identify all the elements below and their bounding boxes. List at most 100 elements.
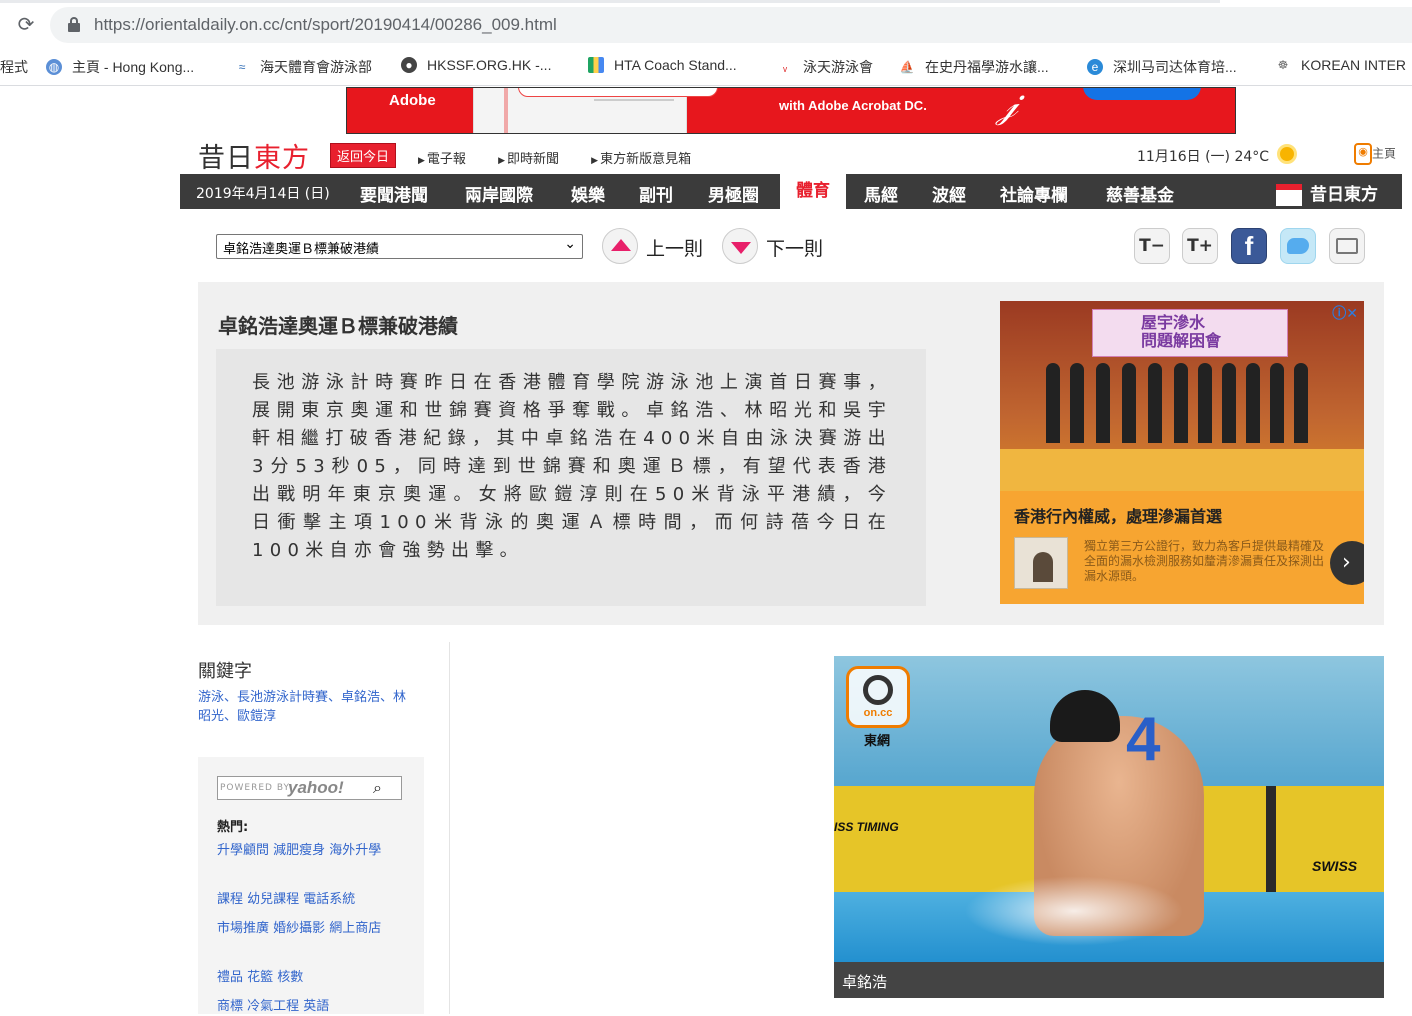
yahoo-search-input[interactable]: POWERED BY yahoo! ⌕ bbox=[217, 776, 402, 800]
oncc-logo-icon: on.cc bbox=[846, 666, 910, 728]
ad-headline: 香港行內權威，處理滲漏首選 bbox=[1014, 507, 1223, 526]
hot-topics-row[interactable]: 商標 冷氣工程 英語 bbox=[217, 997, 407, 1016]
font-smaller-button[interactable]: T− bbox=[1134, 228, 1170, 264]
ad-photo: 屋宇滲水 問題解困會 bbox=[1000, 301, 1364, 491]
powered-by-label: POWERED BY bbox=[220, 783, 291, 793]
printer-icon bbox=[1336, 238, 1358, 254]
search-panel: POWERED BY yahoo! ⌕ 熱門: 升學顧問 減肥瘦身 海外升學 課… bbox=[198, 757, 424, 1014]
nav-item-news[interactable]: 要聞港聞 bbox=[360, 181, 428, 206]
arrow-up-icon bbox=[611, 239, 631, 251]
nav-archive-brand[interactable]: 昔日東方 bbox=[1276, 180, 1378, 206]
ad-document-graphic bbox=[473, 88, 718, 133]
nav-item-racing[interactable]: 馬經 bbox=[864, 181, 898, 206]
hot-topics-row[interactable]: 升學顧問 減肥瘦身 海外升學 bbox=[217, 841, 407, 860]
facebook-share-button[interactable]: f bbox=[1231, 228, 1267, 264]
bookmark-label: 程式 bbox=[0, 59, 28, 75]
bookmark-haitian[interactable]: ≈ 海天體育會游泳部 bbox=[234, 57, 372, 77]
article-headline: 卓銘浩達奧運Ｂ標兼破港績 bbox=[218, 314, 458, 338]
bookmark-shenzhen[interactable]: e 深圳马司达体育培... bbox=[1087, 57, 1237, 77]
home-link[interactable]: ◉ 主頁 bbox=[1354, 143, 1396, 165]
link-feedback[interactable]: 東方新版意見箱 bbox=[591, 152, 691, 167]
home-icon: ◉ bbox=[1354, 143, 1372, 165]
ad-cta-button[interactable] bbox=[1083, 88, 1201, 100]
timing-sign-right: SWISS bbox=[1312, 858, 1358, 874]
side-ad[interactable]: 屋宇滲水 問題解困會 ⓘ✕ 香港行內權威，處理滲漏首選 獨立第三方公證行，致力為… bbox=[1000, 301, 1364, 604]
ad-choices-icon[interactable]: ⓘ✕ bbox=[1332, 303, 1358, 323]
swim-cap bbox=[1050, 690, 1120, 742]
ad-thumbnail bbox=[1014, 537, 1068, 589]
sun-icon bbox=[1277, 144, 1297, 164]
next-article-button[interactable] bbox=[722, 228, 758, 264]
logo-text-2: 東方 bbox=[254, 143, 310, 174]
oncc-logo-text: on.cc bbox=[863, 707, 893, 719]
bookmark-stanford[interactable]: ⛵ 在史丹福學游水讓... bbox=[899, 57, 1049, 77]
ad-next-button[interactable]: › bbox=[1330, 541, 1364, 585]
prev-article-label[interactable]: 上一則 bbox=[646, 234, 703, 261]
home-label: 主頁 bbox=[1372, 146, 1397, 161]
water-splash bbox=[964, 876, 1184, 946]
bookmark-hkssf[interactable]: ● HKSSF.ORG.HK -... bbox=[401, 57, 551, 73]
yahoo-logo: yahoo! bbox=[288, 778, 344, 797]
chevron-down-icon: ⌄ bbox=[564, 236, 576, 252]
hot-topics-row[interactable]: 禮品 花籃 核數 bbox=[217, 968, 407, 987]
nav-item-supplement[interactable]: 副刊 bbox=[639, 181, 673, 206]
weather-text: 11月16日 (一) 24°C bbox=[1137, 149, 1270, 165]
photo-caption-bar: 卓銘浩 bbox=[834, 962, 1384, 998]
photo-caption: 卓銘浩 bbox=[842, 973, 888, 991]
ad-banner-text: 屋宇滲水 問題解困會 bbox=[1141, 313, 1222, 350]
bookmark-swimclub[interactable]: ᵥ 泳天游泳會 bbox=[777, 57, 873, 77]
bookmarks-bar: 程式 ◍ 主頁 - Hong Kong... ≈ 海天體育會游泳部 ● HKSSF.O… bbox=[0, 48, 1412, 86]
wave-icon: ≈ bbox=[234, 59, 250, 75]
link-instant-news[interactable]: 即時新聞 bbox=[498, 152, 559, 167]
nav-item-sports[interactable]: 體育 bbox=[780, 174, 846, 209]
bookmark-label: HTA Coach Stand... bbox=[614, 57, 737, 73]
twitter-icon bbox=[1287, 238, 1309, 254]
bookmark-label: 海天體育會游泳部 bbox=[260, 59, 372, 75]
korean-icon: ☸ bbox=[1275, 57, 1291, 73]
nav-item-men[interactable]: 男極圈 bbox=[708, 181, 759, 206]
font-larger-button[interactable]: T+ bbox=[1182, 228, 1218, 264]
hot-topics-row[interactable]: 市場推廣 婚紗攝影 網上商店 bbox=[217, 919, 407, 938]
prev-article-button[interactable] bbox=[602, 228, 638, 264]
article-select[interactable]: 卓銘浩達奧運Ｂ標兼破港績 ⌄ bbox=[216, 234, 583, 259]
pool-background: 4 ISS TIMING SWISS on.cc 東網 bbox=[834, 656, 1384, 962]
nav-item-editorial[interactable]: 社論專欄 bbox=[1000, 181, 1068, 206]
bookmark-hongkong[interactable]: ◍ 主頁 - Hong Kong... bbox=[46, 57, 194, 77]
bookmark-label: 深圳马司达体育培... bbox=[1113, 59, 1237, 75]
lock-icon bbox=[68, 17, 80, 32]
lane-number: 4 bbox=[1126, 705, 1161, 774]
back-today-button[interactable]: 返回今日 bbox=[330, 143, 397, 168]
next-article-label[interactable]: 下一則 bbox=[766, 234, 823, 261]
bookmark-label: 主頁 - Hong Kong... bbox=[72, 59, 195, 75]
bookmark-label: HKSSF.ORG.HK -... bbox=[427, 57, 552, 73]
print-button[interactable] bbox=[1329, 228, 1365, 264]
hot-topics-row[interactable]: 課程 幼兒課程 電話系統 bbox=[217, 890, 407, 909]
nav-item-international[interactable]: 兩岸國際 bbox=[465, 181, 533, 206]
globe-icon: ◍ bbox=[46, 59, 62, 75]
nav-item-football[interactable]: 波經 bbox=[932, 181, 966, 206]
swim-club-icon: ᵥ bbox=[777, 59, 793, 75]
bookmark-korean[interactable]: ☸ KOREAN INTER bbox=[1275, 57, 1406, 73]
bookmark-hta[interactable]: HTA Coach Stand... bbox=[588, 57, 737, 73]
link-epaper[interactable]: 電子報 bbox=[418, 152, 466, 167]
nav-item-charity[interactable]: 慈善基金 bbox=[1106, 181, 1174, 206]
reload-icon[interactable]: ⟳ bbox=[14, 12, 38, 36]
article-photo[interactable]: 4 ISS TIMING SWISS on.cc 東網 卓銘浩 bbox=[834, 656, 1384, 998]
top-ad-banner[interactable]: Adobe with Adobe Acrobat DC. 𝒿 bbox=[346, 87, 1236, 134]
keywords-list[interactable]: 游泳、長池游泳計時賽、卓銘浩、林昭光、歐鎧淳 bbox=[198, 688, 412, 726]
nav-item-entertainment[interactable]: 娛樂 bbox=[571, 181, 605, 206]
ad-brand: Adobe bbox=[389, 92, 436, 109]
hkssf-icon: ● bbox=[401, 57, 417, 73]
main-nav: 2019年4月14日 (日) 要聞港聞 兩岸國際 娛樂 副刊 男極圈 體育 馬經… bbox=[180, 174, 1402, 209]
hot-topics-title: 熱門: bbox=[217, 820, 249, 835]
url-text[interactable]: https://orientaldaily.on.cc/cnt/sport/20… bbox=[94, 15, 557, 35]
bookmark-apps[interactable]: 程式 bbox=[0, 57, 28, 77]
ie-icon: e bbox=[1087, 59, 1103, 75]
search-icon[interactable]: ⌕ bbox=[373, 778, 382, 798]
twitter-share-button[interactable] bbox=[1280, 228, 1316, 264]
address-bar[interactable]: https://orientaldaily.on.cc/cnt/sport/20… bbox=[50, 7, 1412, 43]
article-body-box: 長池游泳計時賽昨日在香港體育學院游泳池上演首日賽事，展開東京奧運和世錦賽資格爭奪… bbox=[216, 349, 926, 606]
site-logo[interactable]: 昔日東方 bbox=[198, 136, 310, 175]
bookmark-label: KOREAN INTER bbox=[1301, 57, 1407, 73]
ad-signature-graphic: 𝒿 bbox=[997, 87, 1018, 126]
